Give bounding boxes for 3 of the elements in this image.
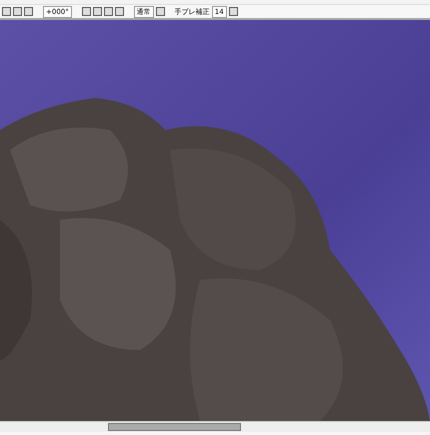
scrollbar-thumb[interactable] <box>108 423 241 431</box>
toolbar-button[interactable] <box>228 7 238 16</box>
toolbar-button[interactable] <box>156 7 165 16</box>
